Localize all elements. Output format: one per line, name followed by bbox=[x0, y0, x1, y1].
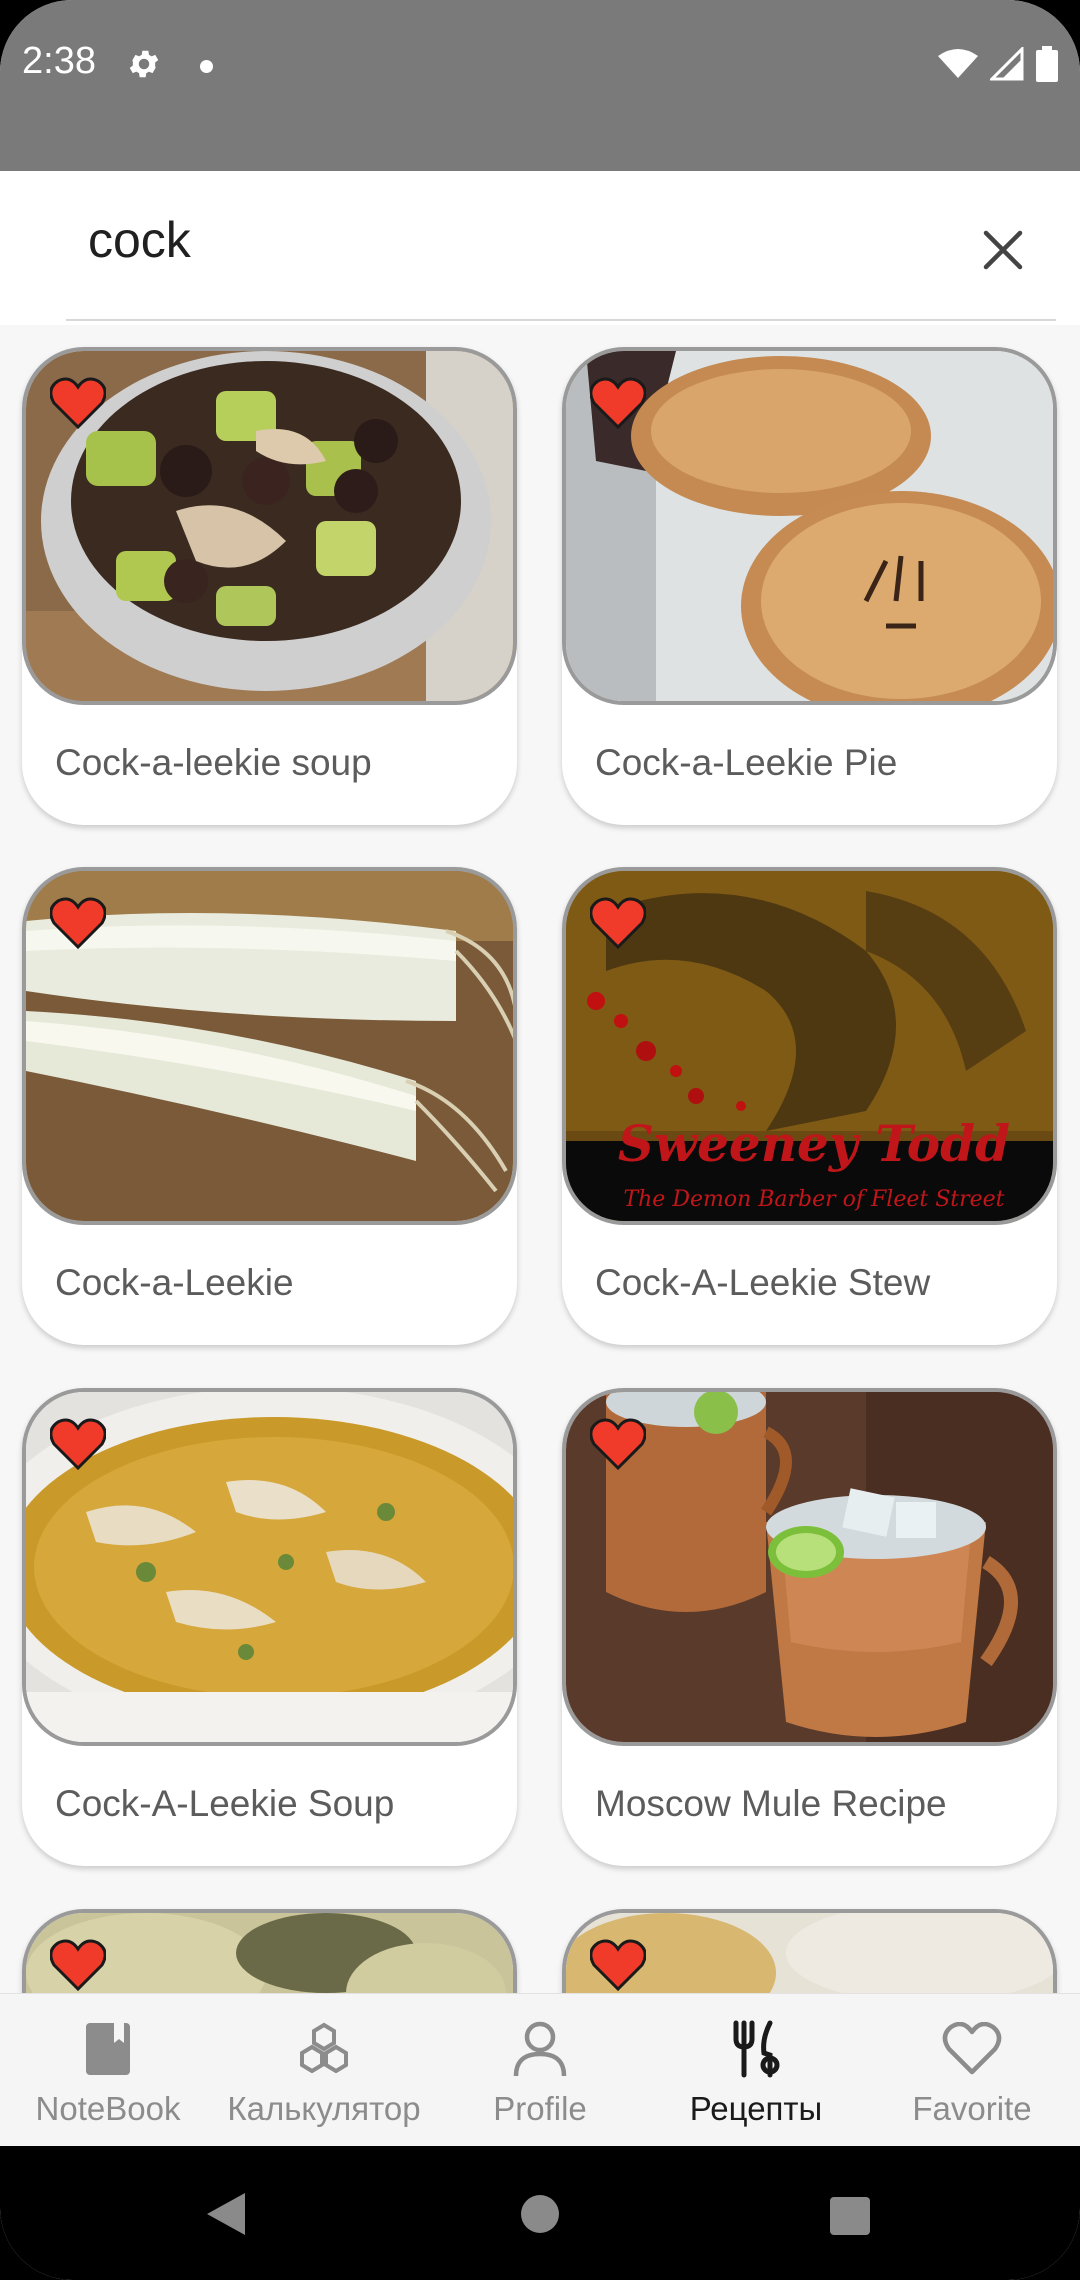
recents-button-icon[interactable] bbox=[829, 2196, 871, 2240]
close-icon bbox=[983, 230, 1023, 270]
fork-knife-icon bbox=[728, 2018, 784, 2080]
nav-item-profile[interactable]: Profile bbox=[432, 1994, 648, 2147]
recipe-card[interactable] bbox=[562, 1909, 1057, 1993]
recipe-card[interactable]: Sweeney Todd The Demon Barber of Fleet S… bbox=[562, 867, 1057, 1345]
nav-label: Рецепты bbox=[689, 2090, 823, 2127]
favorite-heart-icon[interactable] bbox=[49, 1418, 107, 1471]
nav-label: Favorite bbox=[912, 2090, 1032, 2127]
nav-item-favorite[interactable]: Favorite bbox=[864, 1994, 1080, 2147]
recipe-card[interactable]: Cock-A-Leekie Soup bbox=[22, 1388, 517, 1866]
search-input[interactable] bbox=[88, 211, 888, 269]
favorite-heart-icon[interactable] bbox=[49, 897, 107, 950]
battery-icon bbox=[1036, 46, 1058, 86]
recipe-title: Cock-A-Leekie Soup bbox=[55, 1783, 395, 1824]
home-button-icon[interactable] bbox=[520, 2194, 560, 2238]
recipe-photo bbox=[562, 1388, 1057, 1746]
recipe-card[interactable]: Cock-a-Leekie bbox=[22, 867, 517, 1345]
sweeney-todd-logo: Sweeney Todd bbox=[618, 1114, 1010, 1173]
recipe-title: Cock-a-leekie soup bbox=[55, 742, 372, 783]
favorite-heart-icon[interactable] bbox=[49, 1939, 107, 1992]
recipe-title: Cock-a-Leekie bbox=[55, 1262, 294, 1303]
back-button-icon[interactable] bbox=[205, 2191, 247, 2241]
nav-label: Profile bbox=[493, 2090, 587, 2127]
search-underline bbox=[66, 319, 1056, 321]
recipe-photo: Sweeney Todd The Demon Barber of Fleet S… bbox=[562, 867, 1057, 1225]
recipe-photo bbox=[22, 1909, 517, 1993]
recipe-card[interactable]: Moscow Mule Recipe bbox=[562, 1388, 1057, 1866]
heart-outline-icon bbox=[942, 2018, 1002, 2080]
notebook-icon bbox=[84, 2018, 132, 2080]
notification-dot-icon bbox=[200, 60, 213, 73]
nav-item-notebook[interactable]: NoteBook bbox=[0, 1994, 216, 2147]
search-bar bbox=[0, 171, 1080, 325]
recipe-card[interactable]: Cock-a-Leekie Pie bbox=[562, 347, 1057, 825]
svg-text:The Demon Barber of Fleet Stre: The Demon Barber of Fleet Street bbox=[623, 1187, 1004, 1212]
recipe-photo bbox=[22, 1388, 517, 1746]
favorite-heart-icon[interactable] bbox=[589, 1418, 647, 1471]
recipe-title: Cock-A-Leekie Stew bbox=[595, 1262, 931, 1303]
settings-gear-icon bbox=[126, 46, 162, 86]
nav-label: NoteBook bbox=[35, 2090, 181, 2127]
signal-icon bbox=[988, 45, 1024, 85]
nav-item-recipes[interactable]: Рецепты bbox=[648, 1994, 864, 2147]
favorite-heart-icon[interactable] bbox=[589, 1939, 647, 1992]
screen: 2:38 cock Cock-a-leekie soup Cock-a-Leek… bbox=[0, 0, 1080, 2280]
recipe-title: Moscow Mule Recipe bbox=[595, 1783, 947, 1824]
favorite-heart-icon[interactable] bbox=[49, 377, 107, 430]
hexagon-calculator-icon bbox=[294, 2018, 354, 2080]
recipe-title: Cock-a-Leekie Pie bbox=[595, 742, 898, 783]
system-navigation-bar bbox=[0, 2146, 1080, 2280]
recipe-photo bbox=[562, 1909, 1057, 1993]
person-icon bbox=[512, 2018, 568, 2080]
recipe-photo bbox=[562, 347, 1057, 705]
recipe-grid: Cock-a-leekie soup Cock-a-Leekie Pie Coc… bbox=[0, 325, 1080, 1993]
recipe-card[interactable] bbox=[22, 1909, 517, 1993]
wifi-icon bbox=[938, 48, 978, 84]
favorite-heart-icon[interactable] bbox=[589, 377, 647, 430]
recipe-card[interactable]: Cock-a-leekie soup bbox=[22, 347, 517, 825]
favorite-heart-icon[interactable] bbox=[589, 897, 647, 950]
clear-search-button[interactable] bbox=[978, 225, 1028, 275]
status-bar: 2:38 bbox=[0, 0, 1080, 171]
recipe-photo bbox=[22, 347, 517, 705]
bottom-navigation: NoteBook Калькулятор Profile Рецепты Fav… bbox=[0, 1993, 1080, 2147]
nav-label: Калькулятор bbox=[227, 2090, 421, 2127]
recipe-photo bbox=[22, 867, 517, 1225]
nav-item-calculator[interactable]: Калькулятор bbox=[216, 1994, 432, 2147]
status-time: 2:38 bbox=[22, 40, 96, 82]
status-icons bbox=[938, 45, 1058, 86]
